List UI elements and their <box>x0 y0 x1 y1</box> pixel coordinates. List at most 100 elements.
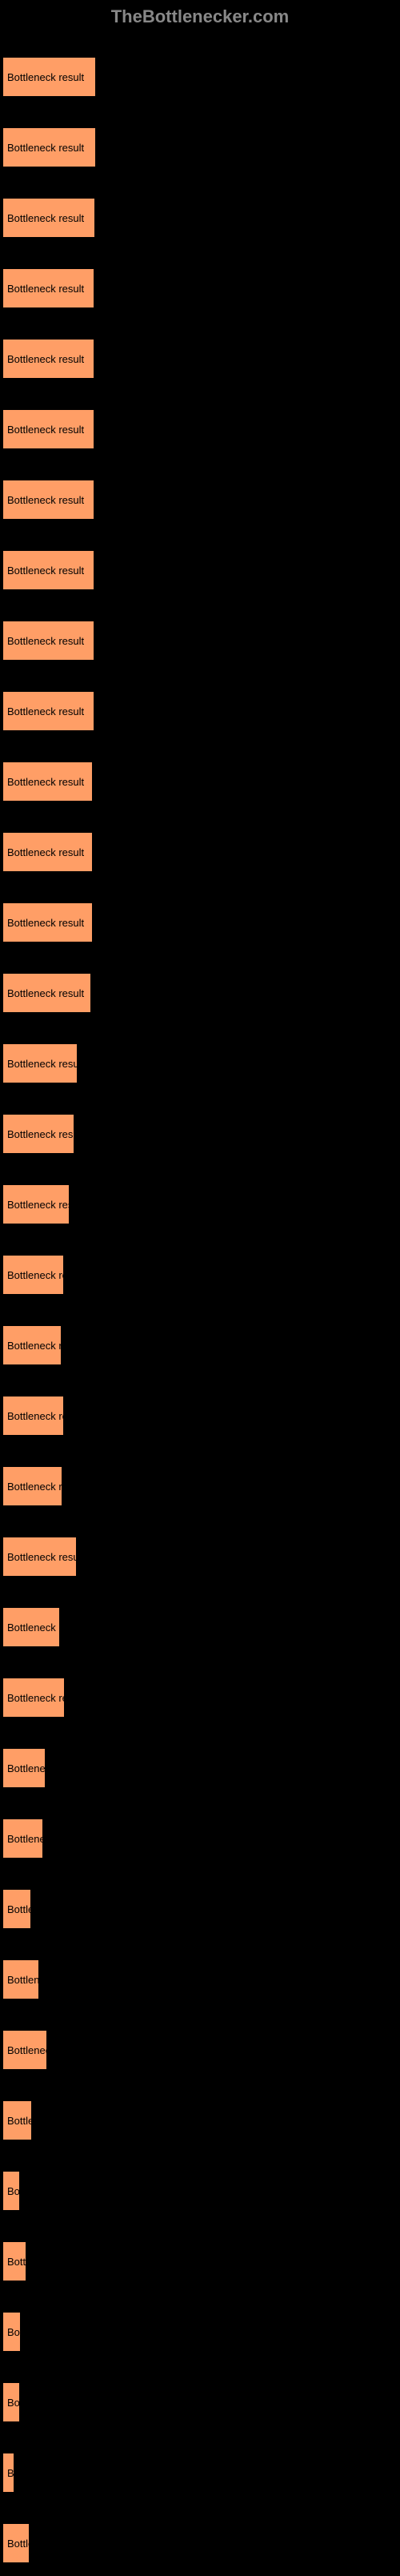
bar-label: Bottleneck result <box>7 1622 60 1634</box>
chart-container: Bottleneck result Bottleneck result Bottle… <box>0 39 400 2570</box>
bar: Bottleneck result <box>2 2030 47 2070</box>
bar-label: Bottleneck result <box>7 776 84 788</box>
bar-label: Bottleneck result <box>7 1762 46 1774</box>
bar: Bottleneck result <box>2 691 94 731</box>
bar-label: Bottleneck result <box>7 705 84 717</box>
bar-label: Bottleneck result <box>7 424 84 436</box>
bar-row: Bottleneck result <box>2 673 400 738</box>
bar: Bottleneck result <box>2 2171 20 2211</box>
bar-label: Bottleneck result <box>7 71 84 83</box>
bar-row: Bottleneck result <box>2 532 400 597</box>
bar-row: Bottleneck result <box>2 1167 400 1232</box>
bar-row: Bottleneck result <box>2 462 400 527</box>
bar-row: Bottleneck result <box>2 1308 400 1372</box>
bar: Bottleneck result <box>2 2523 30 2563</box>
bar-row: Bottleneck result <box>2 2153 400 2218</box>
bar: Bottleneck result <box>2 339 94 379</box>
bar-label: Bottleneck result <box>7 2044 47 2056</box>
bar-row: Bottleneck result <box>2 1871 400 1936</box>
bar-label: Bottleneck result <box>7 846 84 858</box>
bar: Bottleneck result <box>2 480 94 520</box>
bar: Bottleneck result <box>2 1255 64 1295</box>
bar-row: Bottleneck result <box>2 814 400 879</box>
bar: Bottleneck result <box>2 550 94 590</box>
bar-row: Bottleneck result <box>2 744 400 809</box>
bar-row: Bottleneck result <box>2 603 400 668</box>
bar-row: Bottleneck result <box>2 321 400 386</box>
bar: Bottleneck result <box>2 621 94 661</box>
bar: Bottleneck result <box>2 2100 32 2140</box>
bar: Bottleneck result <box>2 1043 78 1083</box>
bar-label: Bottleneck result <box>7 2397 20 2409</box>
bar-label: Bottleneck result <box>7 1551 77 1563</box>
bar-label: Bottleneck result <box>7 494 84 506</box>
bar-row: Bottleneck result <box>2 1378 400 1443</box>
bar-row: Bottleneck result <box>2 392 400 456</box>
bar-row: Bottleneck result <box>2 1801 400 1866</box>
bar: Bottleneck result <box>2 198 95 238</box>
bar-label: Bottleneck result <box>7 1974 39 1986</box>
bar: Bottleneck result <box>2 127 96 167</box>
bar: Bottleneck result <box>2 1818 43 1859</box>
bar-row: Bottleneck result <box>2 251 400 315</box>
bar-label: Bottleneck result <box>7 2538 30 2550</box>
bar-label: Bottleneck result <box>7 212 84 224</box>
bar-label: Bottleneck result <box>7 2185 20 2197</box>
bar: Bottleneck result <box>2 2453 14 2493</box>
bar-label: Bottleneck result <box>7 2467 14 2479</box>
bar: Bottleneck result <box>2 762 93 802</box>
bar-label: Bottleneck result <box>7 1058 78 1070</box>
bar-row: Bottleneck result <box>2 1237 400 1302</box>
bar: Bottleneck result <box>2 409 94 449</box>
page-header: TheBottlenecker.com <box>0 0 400 39</box>
bar: Bottleneck result <box>2 1114 74 1154</box>
bar-row: Bottleneck result <box>2 955 400 1020</box>
bar: Bottleneck result <box>2 268 94 308</box>
bar: Bottleneck result <box>2 2241 26 2281</box>
bar-row: Bottleneck result <box>2 39 400 104</box>
bar-label: Bottleneck result <box>7 1692 65 1704</box>
bar-label: Bottleneck result <box>7 1833 43 1845</box>
bar-row: Bottleneck result <box>2 2083 400 2148</box>
bar-label: Bottleneck result <box>7 565 84 577</box>
bar-row: Bottleneck result <box>2 2012 400 2077</box>
bar-row: Bottleneck result <box>2 2224 400 2289</box>
bar-row: Bottleneck result <box>2 2506 400 2570</box>
bar-label: Bottleneck result <box>7 635 84 647</box>
bar: Bottleneck result <box>2 57 96 97</box>
bar: Bottleneck result <box>2 2312 21 2352</box>
bar-row: Bottleneck result <box>2 1660 400 1725</box>
bar-label: Bottleneck result <box>7 917 84 929</box>
bar: Bottleneck result <box>2 1889 31 1929</box>
bar: Bottleneck result <box>2 1396 64 1436</box>
bar: Bottleneck result <box>2 1537 77 1577</box>
bar-label: Bottleneck result <box>7 2326 21 2338</box>
bar: Bottleneck result <box>2 1678 65 1718</box>
bar-label: Bottleneck result <box>7 1199 70 1211</box>
bar-label: Bottleneck result <box>7 1269 64 1281</box>
bar: Bottleneck result <box>2 973 91 1013</box>
bar-label: Bottleneck result <box>7 353 84 365</box>
bar: Bottleneck result <box>2 832 93 872</box>
bar-row: Bottleneck result <box>2 2294 400 2359</box>
bar-label: Bottleneck result <box>7 1481 62 1493</box>
bar-label: Bottleneck result <box>7 2256 26 2268</box>
bar: Bottleneck result <box>2 1607 60 1647</box>
bar-row: Bottleneck result <box>2 1942 400 2007</box>
bar-row: Bottleneck result <box>2 885 400 950</box>
bar: Bottleneck result <box>2 902 93 942</box>
bar-row: Bottleneck result <box>2 2365 400 2429</box>
bar: Bottleneck result <box>2 1959 39 1999</box>
bar-row: Bottleneck result <box>2 180 400 245</box>
bar-row: Bottleneck result <box>2 1026 400 1091</box>
bar-row: Bottleneck result <box>2 1096 400 1161</box>
bar: Bottleneck result <box>2 1184 70 1224</box>
bar: Bottleneck result <box>2 1325 62 1365</box>
bar-row: Bottleneck result <box>2 1589 400 1654</box>
bar-row: Bottleneck result <box>2 2435 400 2500</box>
bar-label: Bottleneck result <box>7 1410 64 1422</box>
site-title: TheBottlenecker.com <box>111 6 290 26</box>
bar-label: Bottleneck result <box>7 987 84 999</box>
bar-label: Bottleneck result <box>7 2115 32 2127</box>
bar-label: Bottleneck result <box>7 1340 62 1352</box>
